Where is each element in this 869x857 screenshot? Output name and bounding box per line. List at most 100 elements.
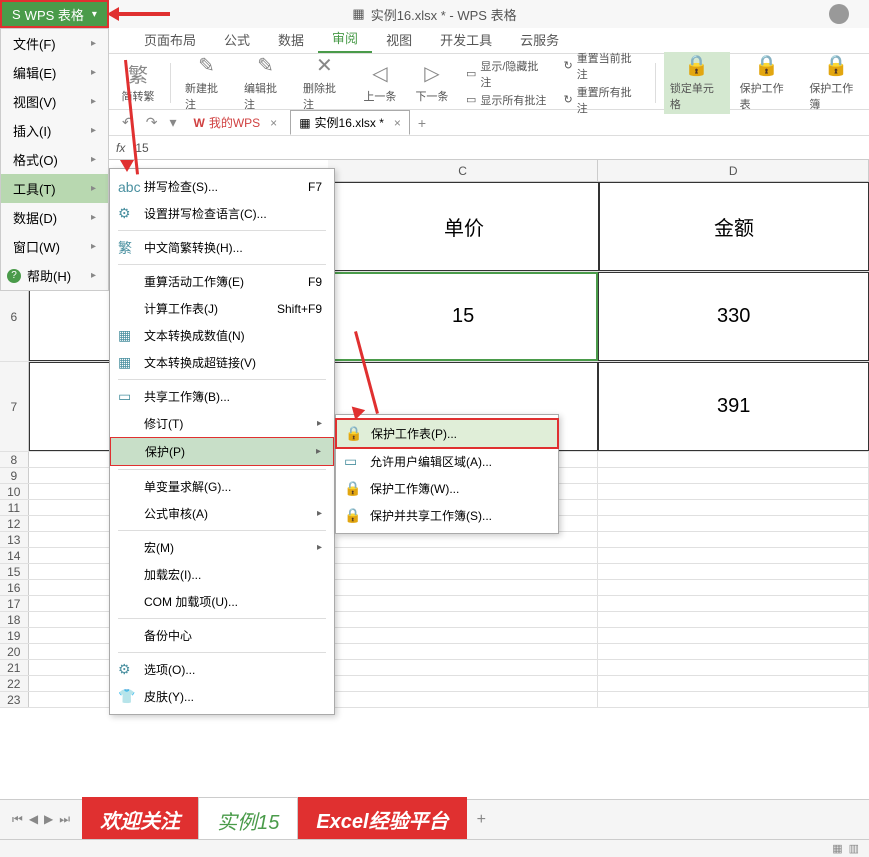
cell[interactable] [328, 644, 599, 659]
submenu-addins[interactable]: 加载宏(I)... [110, 561, 334, 588]
qat-dropdown[interactable]: ▾ [165, 112, 180, 133]
cell[interactable] [328, 548, 599, 563]
cell[interactable] [598, 676, 869, 691]
cell[interactable] [328, 532, 599, 547]
tab-formula[interactable]: 公式 [210, 26, 264, 53]
cell[interactable] [598, 468, 869, 483]
row-header[interactable]: 22 [0, 676, 29, 691]
submenu-spell-lang[interactable]: ⚙设置拼写检查语言(C)... [110, 200, 334, 227]
cell[interactable] [598, 516, 869, 531]
menu-format[interactable]: 格式(O) [1, 145, 108, 174]
protect-share-item[interactable]: 🔒保护并共享工作簿(S)... [336, 502, 558, 529]
menu-window[interactable]: 窗口(W) [1, 232, 108, 261]
cell[interactable] [328, 676, 599, 691]
row-header[interactable]: 20 [0, 644, 29, 659]
add-sheet-button[interactable]: + [467, 807, 496, 833]
nav-last[interactable]: ⏭ [57, 810, 72, 829]
cell[interactable] [598, 692, 869, 707]
ribbon-protect-book[interactable]: 🔒保护工作簿 [803, 52, 869, 114]
col-header-d[interactable]: D [598, 160, 869, 181]
row-header[interactable]: 10 [0, 484, 29, 499]
submenu-com[interactable]: COM 加载项(U)... [110, 588, 334, 615]
protect-book-item[interactable]: 🔒保护工作簿(W)... [336, 475, 558, 502]
cell[interactable] [328, 564, 599, 579]
row-header[interactable]: 18 [0, 612, 29, 627]
ribbon-delete-comment[interactable]: ✕删除批注 [297, 52, 352, 114]
tab-layout[interactable]: 页面布局 [130, 26, 210, 53]
submenu-skin[interactable]: 👕皮肤(Y)... [110, 683, 334, 710]
sheet-tab-3[interactable]: Excel经验平台 [298, 797, 466, 842]
cell[interactable] [598, 452, 869, 467]
menu-file[interactable]: 文件(F) [1, 29, 108, 58]
cell[interactable]: 单价 [329, 182, 599, 271]
row-header[interactable]: 23 [0, 692, 29, 707]
submenu-options[interactable]: ⚙选项(O)... [110, 656, 334, 683]
menu-data[interactable]: 数据(D) [1, 203, 108, 232]
cell[interactable] [598, 612, 869, 627]
submenu-backup[interactable]: 备份中心 [110, 622, 334, 649]
cell[interactable]: 金额 [599, 182, 869, 271]
doc-tab-home[interactable]: W我的WPS× [185, 110, 287, 135]
close-icon[interactable]: × [270, 116, 277, 130]
ribbon-lock-cell[interactable]: 🔒锁定单元格 [664, 52, 730, 114]
cell[interactable] [598, 548, 869, 563]
submenu-recalc[interactable]: 重算活动工作簿(E)F9 [110, 268, 334, 295]
menu-tools[interactable]: 工具(T) [1, 174, 108, 203]
ribbon-reset-all[interactable]: ↻重置所有批注 [563, 84, 640, 116]
cell[interactable] [598, 628, 869, 643]
row-header[interactable]: 14 [0, 548, 29, 563]
redo-button[interactable]: ↷ [142, 112, 162, 133]
ribbon-reset-current[interactable]: ↻重置当前批注 [563, 50, 640, 82]
cell[interactable]: 330 [598, 272, 869, 361]
ribbon-show-all[interactable]: ▭显示所有批注 [466, 92, 548, 108]
row-header[interactable]: 21 [0, 660, 29, 675]
cell[interactable] [328, 692, 599, 707]
ribbon-toggle-comment[interactable]: ▭显示/隐藏批注 [466, 58, 548, 90]
row-header[interactable]: 15 [0, 564, 29, 579]
ribbon-new-comment[interactable]: ✎新建批注 [179, 52, 234, 114]
submenu-share[interactable]: ▭共享工作簿(B)... [110, 383, 334, 410]
row-header[interactable]: 17 [0, 596, 29, 611]
allow-edit-item[interactable]: ▭允许用户编辑区域(A)... [336, 448, 558, 475]
add-tab-button[interactable]: + [414, 113, 430, 133]
cell[interactable] [328, 628, 599, 643]
cell[interactable] [598, 500, 869, 515]
sheet-tab-2[interactable]: 实例15 [198, 797, 298, 843]
row-header[interactable]: 16 [0, 580, 29, 595]
tab-view[interactable]: 视图 [372, 26, 426, 53]
cell[interactable] [598, 644, 869, 659]
cell[interactable] [598, 564, 869, 579]
submenu-protect[interactable]: 保护(P) [110, 437, 334, 466]
submenu-text-num[interactable]: ▦文本转换成数值(N) [110, 322, 334, 349]
row-header[interactable]: 13 [0, 532, 29, 547]
submenu-audit[interactable]: 公式审核(A) [110, 500, 334, 527]
nav-prev[interactable]: ◀ [27, 810, 40, 829]
row-header[interactable]: 12 [0, 516, 29, 531]
cell[interactable] [328, 660, 599, 675]
cell[interactable]: 391 [598, 362, 869, 451]
submenu-text-link[interactable]: ▦文本转换成超链接(V) [110, 349, 334, 376]
cell[interactable] [328, 580, 599, 595]
cell[interactable] [598, 596, 869, 611]
menu-edit[interactable]: 编辑(E) [1, 58, 108, 87]
menu-insert[interactable]: 插入(I) [1, 116, 108, 145]
ribbon-next[interactable]: ▷下一条 [408, 60, 456, 106]
nav-first[interactable]: ⏮ [10, 810, 25, 829]
cell[interactable] [598, 580, 869, 595]
tab-developer[interactable]: 开发工具 [426, 26, 506, 53]
cell[interactable] [328, 612, 599, 627]
cell[interactable] [598, 660, 869, 675]
protect-sheet-item[interactable]: 🔒保护工作表(P)... [335, 418, 559, 449]
ribbon-protect-sheet[interactable]: 🔒保护工作表 [734, 52, 800, 114]
user-avatar-icon[interactable] [829, 4, 849, 24]
submenu-calc-sheet[interactable]: 计算工作表(J)Shift+F9 [110, 295, 334, 322]
submenu-revision[interactable]: 修订(T) [110, 410, 334, 437]
close-icon[interactable]: × [394, 116, 401, 130]
cell[interactable] [598, 532, 869, 547]
tab-data[interactable]: 数据 [264, 26, 318, 53]
row-header[interactable]: 9 [0, 468, 29, 483]
row-header[interactable]: 7 [0, 362, 29, 451]
cell[interactable] [328, 596, 599, 611]
cell[interactable] [598, 484, 869, 499]
submenu-goalseek[interactable]: 单变量求解(G)... [110, 473, 334, 500]
